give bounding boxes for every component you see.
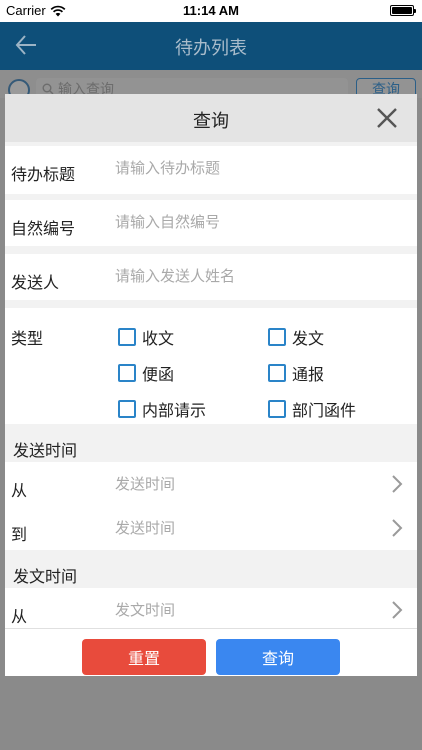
send-time-from-value: 发送时间: [115, 475, 176, 493]
chevron-right-icon: [392, 475, 403, 493]
sender-field-input[interactable]: [115, 267, 405, 285]
checkbox-icon: [118, 328, 136, 346]
type-checkbox-outgoing[interactable]: 发文: [268, 325, 324, 349]
title-field-label: 待办标题: [11, 165, 76, 184]
type-checkbox-label: 发文: [292, 329, 325, 348]
checkbox-icon: [118, 364, 136, 382]
sender-field-label: 发送人: [11, 273, 60, 292]
type-checkbox-dept-letter[interactable]: 部门函件: [268, 397, 356, 421]
doc-time-title: 发文时间: [13, 567, 78, 586]
type-checkbox-internal-request[interactable]: 内部请示: [118, 397, 206, 421]
title-field-input[interactable]: [115, 159, 405, 177]
type-group: 类型 收文 发文 便函 通报 内部请示 部门函件: [5, 308, 417, 424]
sender-field-row: 发送人: [5, 254, 417, 300]
doc-time-section: 发文时间: [5, 556, 417, 588]
type-checkbox-label: 通报: [292, 365, 325, 384]
close-icon[interactable]: [375, 106, 399, 130]
status-time: 11:14 AM: [183, 3, 239, 18]
number-field-row: 自然编号: [5, 200, 417, 246]
checkbox-icon: [268, 400, 286, 418]
battery-level: [392, 7, 412, 14]
send-time-to-row[interactable]: 到 发送时间: [5, 506, 417, 550]
number-field-label: 自然编号: [11, 219, 76, 238]
send-time-title: 发送时间: [13, 441, 78, 460]
type-checkbox-label: 内部请示: [142, 401, 207, 420]
type-checkbox-label: 收文: [142, 329, 175, 348]
modal-title: 查询: [193, 111, 229, 132]
status-bar: Carrier 11:14 AM: [0, 0, 422, 22]
checkbox-icon: [118, 400, 136, 418]
send-time-section: 发送时间: [5, 430, 417, 462]
reset-button[interactable]: 重置: [82, 639, 206, 675]
checkbox-icon: [268, 364, 286, 382]
chevron-right-icon: [392, 519, 403, 537]
nav-title: 待办列表: [175, 38, 247, 59]
doc-time-from-row[interactable]: 从 发文时间: [5, 588, 417, 632]
checkbox-icon: [268, 328, 286, 346]
nav-bar: 待办列表: [0, 22, 422, 70]
battery-icon: [390, 5, 416, 16]
type-checkbox-incoming[interactable]: 收文: [118, 325, 174, 349]
query-modal: 查询 待办标题 自然编号 发送人 类型 收文 发文 便函 通报: [5, 94, 417, 676]
send-time-from-label: 从: [11, 481, 28, 500]
type-checkbox-label: 便函: [142, 365, 175, 384]
doc-time-from-value: 发文时间: [115, 601, 176, 619]
type-checkbox-label: 部门函件: [292, 401, 357, 420]
send-time-from-row[interactable]: 从 发送时间: [5, 462, 417, 506]
type-checkbox-notice[interactable]: 通报: [268, 361, 324, 385]
number-field-input[interactable]: [115, 213, 405, 231]
type-label: 类型: [11, 329, 44, 348]
modal-footer: 重置 查询: [5, 628, 417, 676]
send-time-to-label: 到: [11, 525, 28, 544]
doc-time-from-label: 从: [11, 607, 28, 626]
title-field-row: 待办标题: [5, 146, 417, 194]
query-button[interactable]: 查询: [216, 639, 340, 675]
send-time-to-value: 发送时间: [115, 519, 176, 537]
modal-header: 查询: [5, 94, 417, 142]
chevron-right-icon: [392, 601, 403, 619]
type-checkbox-memo[interactable]: 便函: [118, 361, 174, 385]
